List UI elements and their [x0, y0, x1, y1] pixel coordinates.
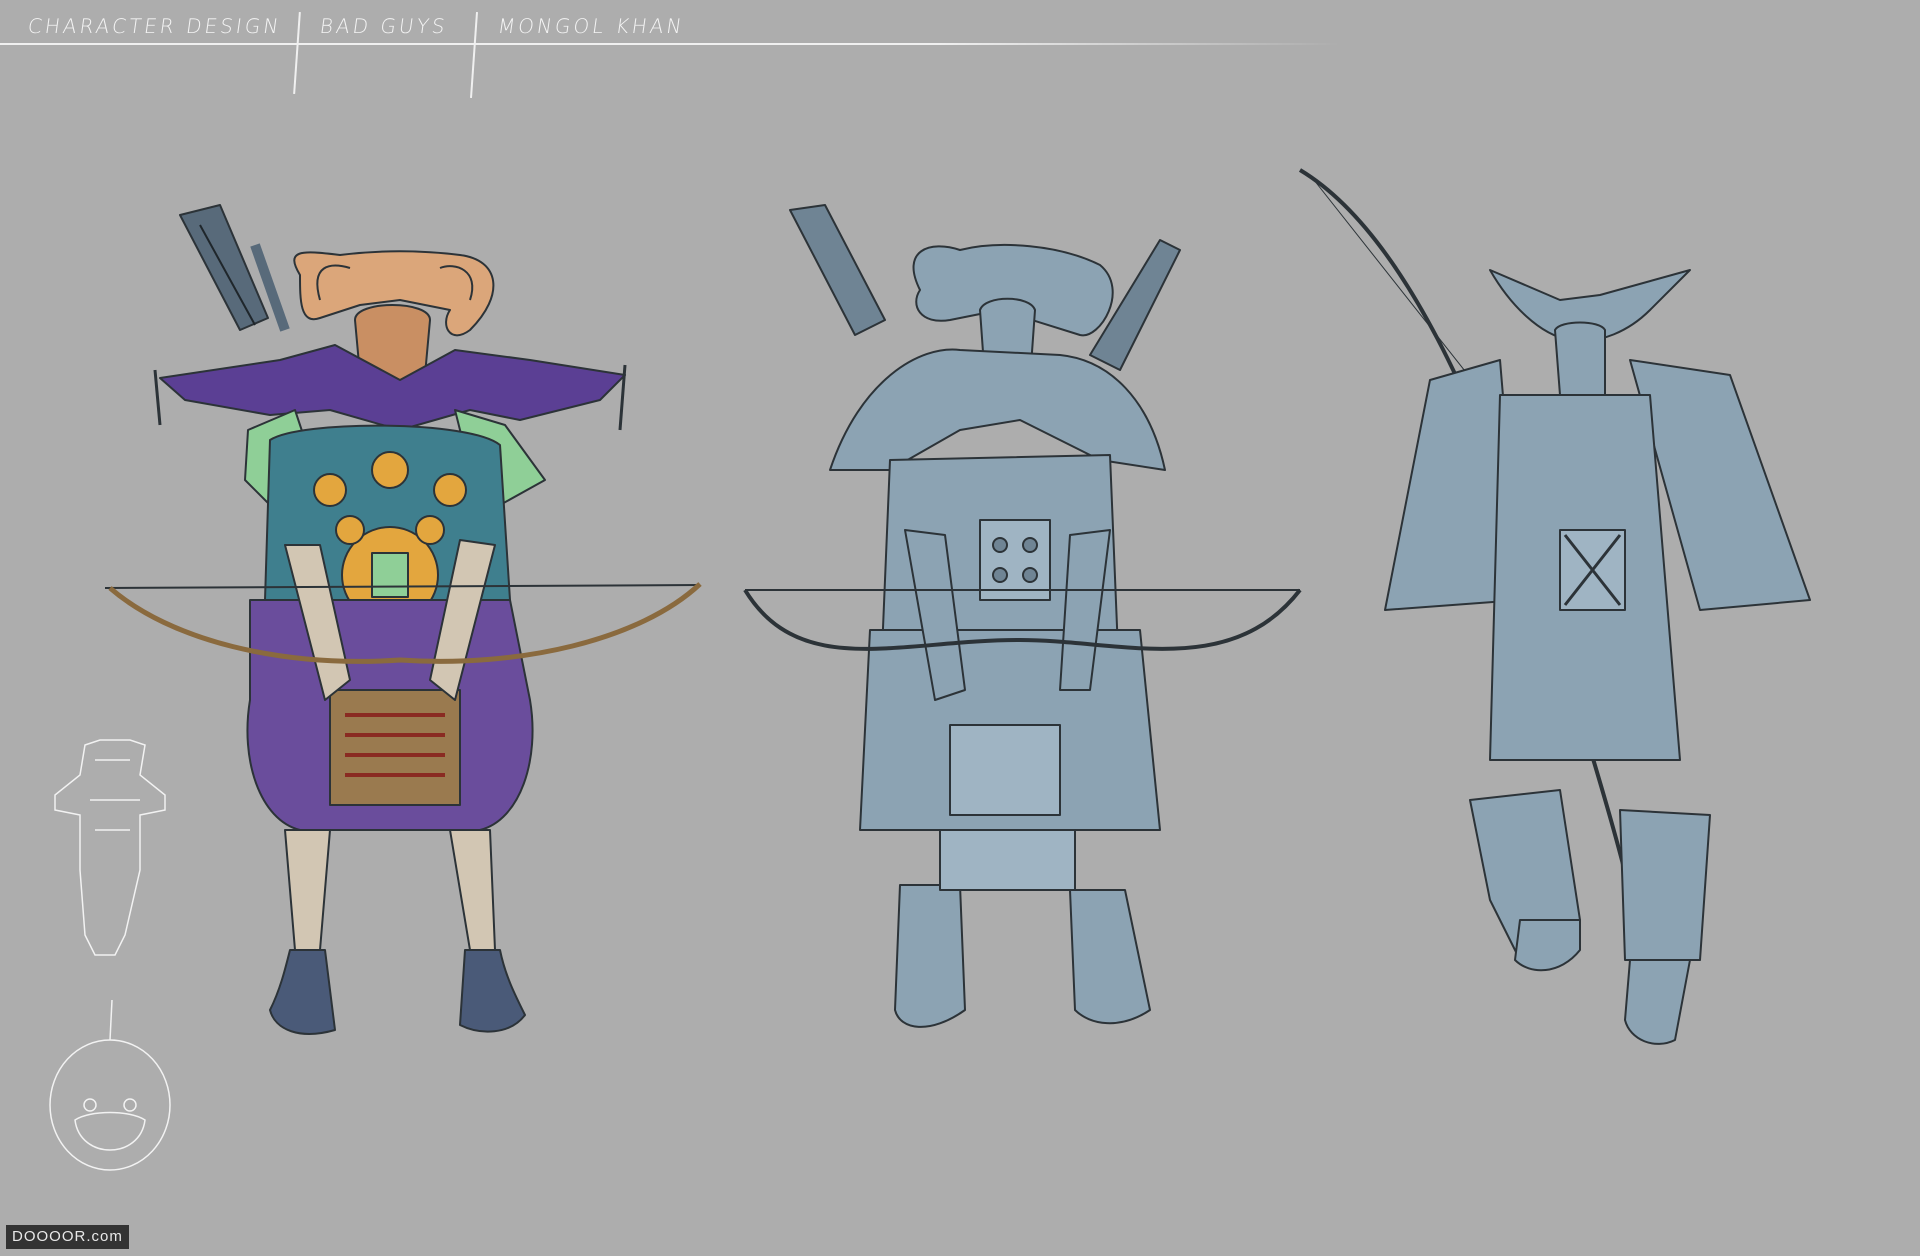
quiver-arrows-icon	[789, 204, 886, 336]
thumbnail-head	[49, 999, 171, 1171]
left-boot	[269, 949, 336, 1035]
right-leg	[449, 829, 496, 951]
colored-warrior	[104, 204, 702, 1035]
right-boot	[1069, 889, 1151, 1025]
thumbnail-figure	[54, 739, 166, 956]
left-leg	[284, 829, 331, 951]
illustration-canvas	[49, 168, 1811, 1171]
lamellar-apron	[949, 724, 1061, 816]
blue-warrior-walking	[1298, 168, 1811, 1045]
concept-art-sheet: CHARACTER DESIGN BAD GUYS MONGOL KHAN DO…	[0, 0, 1920, 1256]
warrior-head	[1554, 321, 1606, 408]
left-boot	[1514, 919, 1581, 972]
right-boot	[459, 949, 526, 1033]
right-leg	[1619, 809, 1711, 961]
blue-warrior-front	[743, 204, 1302, 1028]
lamellar-apron	[329, 689, 461, 806]
left-boot	[894, 884, 966, 1028]
site-watermark: DOOOOR.com	[6, 1225, 129, 1249]
quiver-arrows-icon	[179, 204, 290, 332]
chest-plate	[979, 519, 1051, 601]
right-boot	[1624, 959, 1691, 1045]
